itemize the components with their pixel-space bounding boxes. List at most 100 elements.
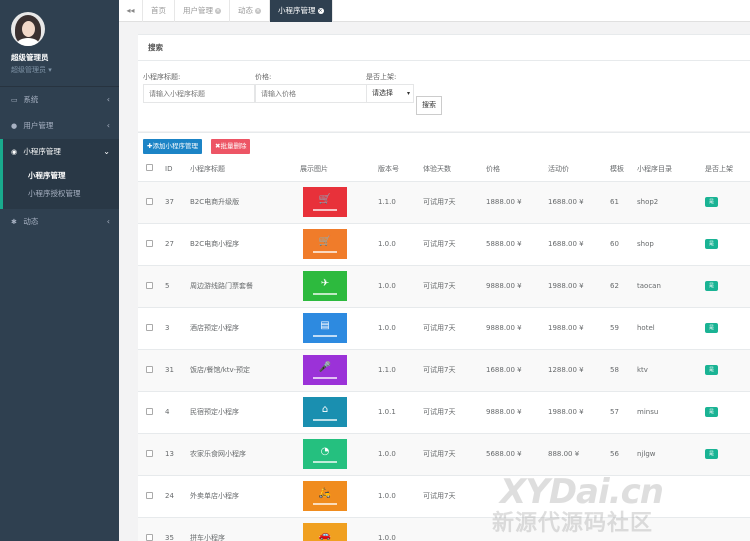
cell-trial	[423, 517, 486, 541]
row-checkbox[interactable]	[146, 281, 153, 289]
table-row[interactable]: 31 饭店/餐馆/ktv-预定 🎤 1.1.0 可试用7天 1688.00 ¥1288.0…	[138, 349, 750, 392]
shelf-badge[interactable]: 是	[705, 407, 718, 417]
tab-users[interactable]: 用户管理 ×	[175, 0, 230, 22]
sidebar-item-miniprogram[interactable]: ◉ 小程序管理 ⌄	[0, 139, 119, 165]
cell-version: 1.0.0	[378, 223, 423, 266]
cell-promo: 1988.00 ¥	[548, 265, 610, 308]
col-template[interactable]: 模板	[610, 157, 637, 182]
cell-version: 1.0.0	[378, 433, 423, 476]
add-miniprogram-button[interactable]: ✚添加小程序管理	[143, 139, 202, 154]
sidebar-item-label: 用户管理	[23, 121, 54, 130]
cell-price: 5888.00 ¥	[486, 223, 548, 266]
sidebar-item-label: 系统	[23, 95, 39, 104]
tab-dynamic[interactable]: 动态 ×	[230, 0, 270, 22]
table-row[interactable]: 37 B2C电商升级版 🛒 1.1.0 可试用7天 1888.00 ¥1688.00 ¥6…	[138, 181, 750, 224]
row-checkbox[interactable]	[146, 365, 153, 373]
shelf-select[interactable]: 请选择 ▾	[366, 84, 414, 103]
col-dir[interactable]: 小程序目录	[637, 157, 705, 182]
cell-promo: 1288.00 ¥	[548, 349, 610, 392]
cell-dir: njlgw	[637, 433, 705, 476]
sidebar-item-label: 小程序管理	[23, 147, 61, 156]
select-all-checkbox[interactable]	[146, 164, 153, 172]
chart-icon: ◔	[320, 445, 330, 457]
row-checkbox[interactable]	[146, 491, 153, 499]
cell-id: 27	[165, 223, 190, 266]
cell-promo: 1988.00 ¥	[548, 307, 610, 350]
price-input[interactable]	[255, 84, 367, 103]
cogs-icon: ✱	[11, 218, 17, 226]
col-promo[interactable]: 活动价	[548, 157, 610, 182]
avatar[interactable]	[11, 12, 45, 46]
shelf-badge[interactable]: 是	[705, 323, 718, 333]
shelf-badge[interactable]: 是	[705, 365, 718, 375]
cart-icon: 🛒	[318, 193, 332, 205]
tab-miniprogram[interactable]: 小程序管理 ×	[270, 0, 333, 22]
table-row[interactable]: 3 酒店预定小程序 ▤ 1.0.0 可试用7天 9888.00 ¥1988.00 ¥59 h…	[138, 307, 750, 350]
cell-shelf: 是	[705, 349, 750, 392]
sidebar-item-dynamic[interactable]: ✱ 动态 ‹	[0, 209, 119, 235]
row-checkbox[interactable]	[146, 533, 153, 541]
row-select-cell	[138, 307, 165, 350]
cell-shelf	[705, 475, 750, 518]
shelf-badge[interactable]: 是	[705, 449, 718, 459]
cell-image: 🛒	[300, 223, 378, 266]
title-input[interactable]	[143, 84, 255, 103]
sidebar-subitem-auth-manage[interactable]: 小程序授权管理	[3, 185, 119, 203]
thumbnail-image[interactable]: 🎤	[303, 355, 347, 385]
row-checkbox[interactable]	[146, 449, 153, 457]
cell-trial: 可试用7天	[423, 265, 486, 308]
thumbnail-image[interactable]: 🛵	[303, 481, 347, 511]
row-select-cell	[138, 391, 165, 434]
cell-trial: 可试用7天	[423, 475, 486, 518]
col-title[interactable]: 小程序标题	[190, 157, 300, 182]
price-field: 价格:	[255, 72, 367, 103]
col-trial[interactable]: 体验天数	[423, 157, 486, 182]
close-icon[interactable]: ×	[215, 8, 221, 14]
cell-trial: 可试用7天	[423, 223, 486, 266]
cell-promo: 1688.00 ¥	[548, 181, 610, 224]
car-icon: 🚗	[318, 529, 332, 541]
cell-template: 58	[610, 349, 637, 392]
travel-icon: ✈	[320, 277, 330, 289]
sidebar-item-users[interactable]: ● 用户管理 ‹	[0, 113, 119, 139]
thumbnail-image[interactable]: ⌂	[303, 397, 347, 427]
thumbnail-image[interactable]: 🛒	[303, 187, 347, 217]
row-select-cell	[138, 349, 165, 392]
cell-id: 31	[165, 349, 190, 392]
table-row[interactable]: 27 B2C电商小程序 🛒 1.0.0 可试用7天 5888.00 ¥1688.00 ¥6…	[138, 223, 750, 266]
scroll-left-icon[interactable]: ◂◂	[119, 0, 143, 22]
shelf-badge[interactable]: 是	[705, 239, 718, 249]
user-role-dropdown[interactable]: 超级管理员 ▾	[11, 65, 119, 75]
table-row[interactable]: 4 民宿预定小程序 ⌂ 1.0.1 可试用7天 9888.00 ¥1988.00 ¥57 m…	[138, 391, 750, 434]
table-row[interactable]: 13 农家乐食网小程序 ◔ 1.0.0 可试用7天 5688.00 ¥888.00 ¥56…	[138, 433, 750, 476]
row-checkbox[interactable]	[146, 239, 153, 247]
cell-price: 9888.00 ¥	[486, 265, 548, 308]
cell-trial: 可试用7天	[423, 433, 486, 476]
sidebar-subitem-miniprogram-manage[interactable]: 小程序管理	[3, 167, 119, 185]
row-checkbox[interactable]	[146, 197, 153, 205]
row-checkbox[interactable]	[146, 407, 153, 415]
tab-home[interactable]: 首页	[143, 0, 175, 22]
col-version[interactable]: 版本号	[378, 157, 423, 182]
table-row[interactable]: 5 周边游线路门票套餐 ✈ 1.0.0 可试用7天 9888.00 ¥1988.00 ¥6…	[138, 265, 750, 308]
shelf-badge[interactable]: 是	[705, 197, 718, 207]
thumbnail-image[interactable]: ✈	[303, 271, 347, 301]
title-field: 小程序标题:	[143, 72, 255, 103]
col-id[interactable]: ID	[165, 157, 190, 182]
shelf-badge[interactable]: 是	[705, 281, 718, 291]
col-shelf[interactable]: 是否上架	[705, 157, 750, 182]
thumbnail-image[interactable]: ▤	[303, 313, 347, 343]
batch-delete-button[interactable]: ✖批量删除	[211, 139, 251, 154]
table-row[interactable]: 35 拼车小程序 🚗 1.0.0	[138, 517, 750, 541]
thumbnail-image[interactable]: ◔	[303, 439, 347, 469]
close-icon[interactable]: ×	[255, 8, 261, 14]
search-button[interactable]: 搜索	[416, 96, 442, 115]
row-checkbox[interactable]	[146, 323, 153, 331]
sidebar-item-system[interactable]: ▭ 系统 ‹	[0, 87, 119, 113]
col-price[interactable]: 价格	[486, 157, 548, 182]
cell-shelf: 是	[705, 307, 750, 350]
thumbnail-image[interactable]: 🚗	[303, 523, 347, 541]
thumbnail-image[interactable]: 🛒	[303, 229, 347, 259]
cell-trial: 可试用7天	[423, 307, 486, 350]
close-icon[interactable]: ×	[317, 8, 324, 14]
